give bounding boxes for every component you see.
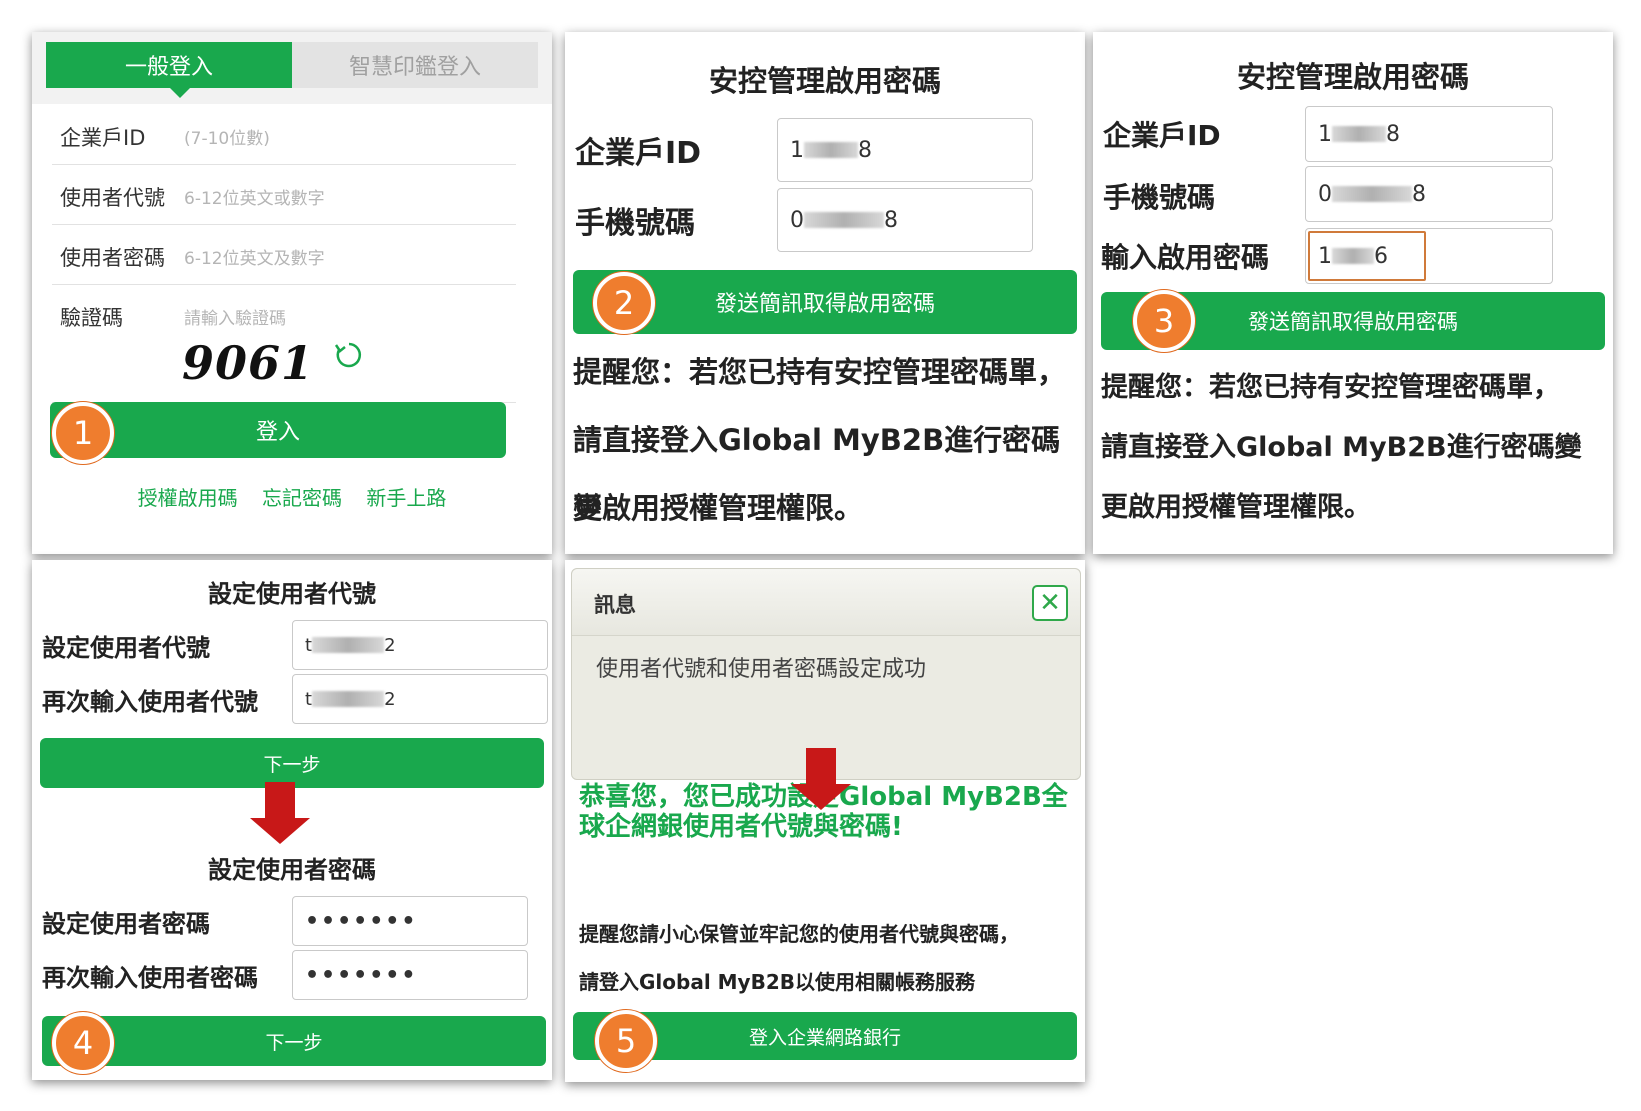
reminder-line-2: 請直接登入Global MyB2B進行密碼變 bbox=[1101, 432, 1582, 463]
link-getting-started[interactable]: 新手上路 bbox=[366, 486, 446, 510]
step-badge-1: 1 bbox=[52, 402, 114, 464]
confirm-password-field[interactable]: ••••••• bbox=[292, 950, 528, 1000]
set-credentials-panel: 設定使用者代號 設定使用者代號 t2 再次輸入使用者代號 t2 下一步 設定使用… bbox=[32, 560, 552, 1080]
activation-enter-panel: 安控管理啟用密碼 企業戶ID 18 手機號碼 08 輸入啟用密碼 16 發送簡訊… bbox=[1093, 32, 1613, 554]
company-id-label: 企業戶ID bbox=[575, 136, 702, 171]
refresh-captcha-icon[interactable] bbox=[334, 340, 364, 370]
login-form: 企業戶ID (7-10位數) 使用者代號 6-12位英文或數字 使用者密碼 6-… bbox=[32, 104, 552, 554]
confirm-password-label: 再次輸入使用者密碼 bbox=[42, 964, 258, 992]
company-id-field[interactable]: 18 bbox=[1305, 106, 1553, 162]
message-dialog-title: 訊息 bbox=[594, 593, 636, 617]
activation-code-field[interactable]: 16 bbox=[1305, 228, 1553, 284]
captcha-image: 9061 bbox=[182, 336, 315, 390]
step-badge-2: 2 bbox=[593, 272, 655, 334]
user-password-row[interactable]: 使用者密碼 6-12位英文及數字 bbox=[52, 224, 516, 285]
set-userid-field[interactable]: t2 bbox=[292, 620, 548, 670]
tab-smart-seal-login[interactable]: 智慧印鑑登入 bbox=[292, 42, 538, 88]
step-badge-3: 3 bbox=[1133, 290, 1195, 352]
set-userid-title: 設定使用者代號 bbox=[208, 580, 376, 608]
company-id-row[interactable]: 企業戶ID (7-10位數) bbox=[52, 104, 516, 165]
phone-field[interactable]: 08 bbox=[777, 188, 1033, 252]
confirm-userid-label: 再次輸入使用者代號 bbox=[42, 688, 258, 716]
step-badge-4: 4 bbox=[52, 1012, 114, 1074]
user-code-row[interactable]: 使用者代號 6-12位英文或數字 bbox=[52, 164, 516, 225]
confirm-userid-field[interactable]: t2 bbox=[292, 674, 548, 724]
panel2-title: 安控管理啟用密碼 bbox=[708, 64, 941, 98]
set-password-title: 設定使用者密碼 bbox=[208, 856, 376, 884]
reminder-line-3: 更啟用授權管理權限。 bbox=[1101, 492, 1371, 523]
login-panel: 一般登入 智慧印鑑登入 企業戶ID (7-10位數) 使用者代號 6-12位英文… bbox=[32, 32, 552, 554]
reminder-line-3: 更啟用授權管理權限。 bbox=[573, 491, 864, 525]
set-userid-label: 設定使用者代號 bbox=[42, 634, 210, 662]
captcha-label: 驗證碼 bbox=[60, 306, 123, 330]
captcha-input[interactable]: 請輸入驗證碼 bbox=[184, 304, 286, 329]
phone-field[interactable]: 08 bbox=[1305, 166, 1553, 222]
reminder-line-1: 提醒您請小心保管並牢記您的使用者代號與密碼， bbox=[579, 922, 1019, 946]
next-button-password[interactable]: 下一步 bbox=[42, 1016, 546, 1066]
next-button-userid[interactable]: 下一步 bbox=[40, 738, 544, 788]
reminder-line-1: 提醒您：若您已持有安控管理密碼單， bbox=[573, 355, 1067, 389]
down-arrow-icon bbox=[250, 782, 310, 844]
link-forgot-password[interactable]: 忘記密碼 bbox=[262, 486, 342, 510]
login-links: 授權啟用碼 忘記密碼 新手上路 bbox=[32, 482, 552, 511]
step-badge-5: 5 bbox=[595, 1010, 657, 1072]
company-id-label: 企業戶ID bbox=[1103, 119, 1221, 152]
user-password-label: 使用者密碼 bbox=[60, 246, 165, 270]
user-password-input[interactable]: 6-12位英文及數字 bbox=[184, 244, 325, 269]
down-arrow-icon bbox=[791, 748, 851, 810]
active-tab-caret bbox=[170, 88, 190, 98]
user-code-label: 使用者代號 bbox=[60, 186, 165, 210]
panel3-title: 安控管理啟用密碼 bbox=[1236, 60, 1469, 94]
login-button[interactable]: 登入 bbox=[50, 402, 506, 458]
message-dialog-header: 訊息 ✕ bbox=[572, 569, 1080, 636]
set-password-field[interactable]: ••••••• bbox=[292, 896, 528, 946]
link-authorization-code[interactable]: 授權啟用碼 bbox=[138, 486, 238, 510]
company-id-field[interactable]: 18 bbox=[777, 118, 1033, 182]
activation-send-panel: 安控管理啟用密碼 企業戶ID 18 手機號碼 08 發送簡訊取得啟用密碼 2 提… bbox=[565, 32, 1085, 554]
company-id-label: 企業戶ID bbox=[60, 126, 146, 150]
tab-general-login[interactable]: 一般登入 bbox=[46, 42, 292, 88]
activation-code-label: 輸入啟用密碼 bbox=[1101, 241, 1270, 274]
user-code-input[interactable]: 6-12位英文或數字 bbox=[184, 184, 325, 209]
success-panel: 訊息 ✕ 使用者代號和使用者密碼設定成功 恭喜您，您已成功設定Global My… bbox=[565, 560, 1085, 1082]
set-password-label: 設定使用者密碼 bbox=[42, 910, 210, 938]
company-id-input[interactable]: (7-10位數) bbox=[184, 124, 270, 149]
close-icon[interactable]: ✕ bbox=[1032, 585, 1068, 621]
reminder-line-2: 請登入Global MyB2B以使用相關帳務服務 bbox=[579, 970, 975, 994]
phone-label: 手機號碼 bbox=[575, 206, 695, 241]
phone-label: 手機號碼 bbox=[1103, 181, 1216, 214]
login-tabs: 一般登入 智慧印鑑登入 bbox=[46, 42, 538, 88]
message-dialog-text: 使用者代號和使用者密碼設定成功 bbox=[596, 657, 927, 682]
reminder-line-1: 提醒您：若您已持有安控管理密碼單， bbox=[1101, 372, 1560, 403]
